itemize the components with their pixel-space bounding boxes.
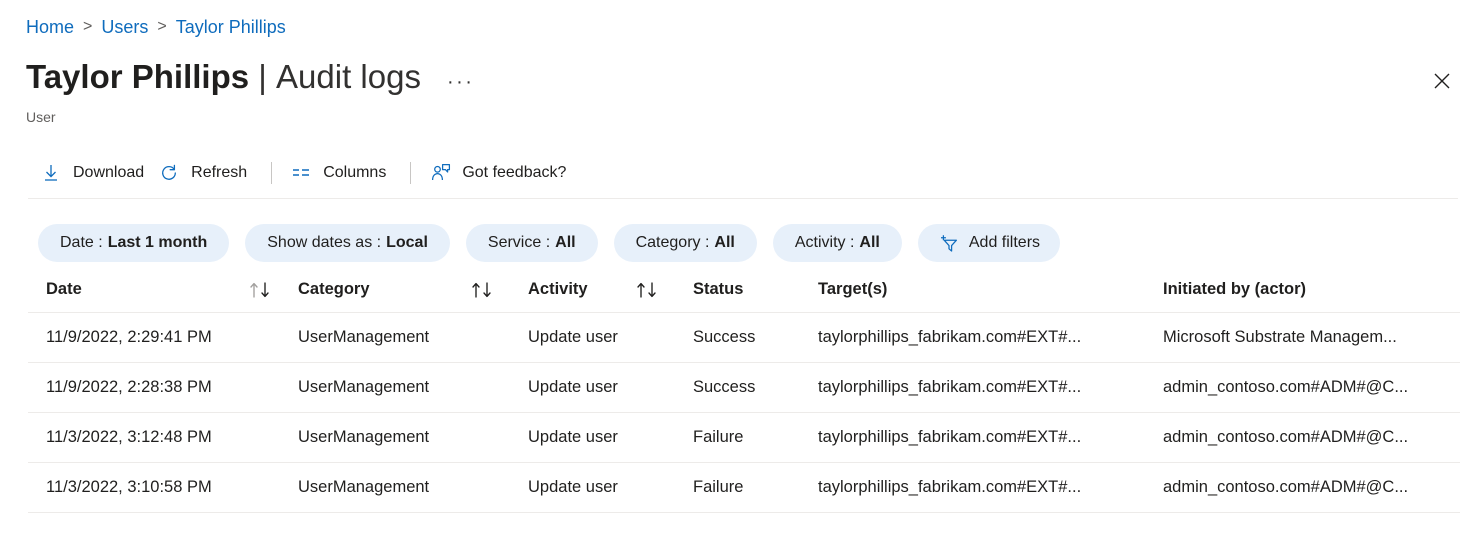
add-filters-button[interactable]: Add filters [918, 224, 1060, 262]
feedback-icon [429, 162, 451, 184]
filter-pill-service-value: All [555, 234, 575, 252]
cell-category: UserManagement [298, 328, 528, 347]
breadcrumb: Home > Users > Taylor Phillips [26, 16, 286, 38]
cell-initiated-by: admin_contoso.com#ADM#@C... [1163, 378, 1460, 397]
column-header-activity[interactable]: Activity [528, 280, 693, 299]
cell-status: Success [693, 378, 818, 397]
filter-pill-show-dates-as[interactable]: Show dates as : Local [245, 224, 450, 262]
audit-logs-table: Date Category Activity [28, 280, 1460, 513]
cell-category: UserManagement [298, 478, 528, 497]
column-header-initiated-by[interactable]: Initiated by (actor) [1163, 280, 1460, 299]
add-filters-label: Add filters [969, 234, 1040, 252]
columns-label: Columns [323, 164, 386, 182]
filter-pill-activity-value: All [859, 234, 879, 252]
cell-activity: Update user [528, 428, 693, 447]
column-header-status[interactable]: Status [693, 280, 818, 299]
table-row[interactable]: 11/3/2022, 3:12:48 PM UserManagement Upd… [28, 413, 1460, 463]
page-title-separator: | [258, 58, 267, 95]
filter-pill-category-key: Category : [636, 234, 710, 252]
table-row[interactable]: 11/9/2022, 2:28:38 PM UserManagement Upd… [28, 363, 1460, 413]
filter-pill-category[interactable]: Category : All [614, 224, 757, 262]
download-icon [40, 162, 62, 184]
got-feedback-button[interactable]: Got feedback? [425, 156, 576, 190]
cell-status: Failure [693, 478, 818, 497]
sort-icon-date[interactable] [248, 281, 274, 299]
column-header-targets[interactable]: Target(s) [818, 280, 1163, 299]
cell-date: 11/3/2022, 3:10:58 PM [28, 478, 298, 497]
got-feedback-label: Got feedback? [462, 164, 566, 182]
cell-target: taylorphillips_fabrikam.com#EXT#... [818, 328, 1163, 347]
cell-initiated-by: Microsoft Substrate Managem... [1163, 328, 1460, 347]
command-bar: Download Refresh Columns [36, 156, 576, 190]
table-row[interactable]: 11/3/2022, 3:10:58 PM UserManagement Upd… [28, 463, 1460, 513]
cell-target: taylorphillips_fabrikam.com#EXT#... [818, 378, 1163, 397]
toolbar-divider [410, 162, 411, 184]
close-icon [1434, 73, 1450, 89]
breadcrumb-item-users[interactable]: Users [101, 16, 148, 38]
table-header-row: Date Category Activity [28, 280, 1460, 313]
filter-pill-show-dates-as-value: Local [386, 234, 428, 252]
toolbar-divider [271, 162, 272, 184]
chevron-right-icon: > [83, 16, 92, 38]
cell-date: 11/9/2022, 2:28:38 PM [28, 378, 298, 397]
column-header-category-label: Category [298, 280, 370, 299]
filter-pill-date-value: Last 1 month [108, 234, 208, 252]
filter-pill-activity-key: Activity : [795, 234, 855, 252]
page-subtitle: User [26, 107, 56, 127]
filter-pill-date[interactable]: Date : Last 1 month [38, 224, 229, 262]
command-bar-divider [28, 198, 1458, 199]
audit-logs-page: Home > Users > Taylor Phillips Taylor Ph… [0, 0, 1473, 543]
page-title: Taylor Phillips | Audit logs [26, 56, 421, 98]
cell-date: 11/3/2022, 3:12:48 PM [28, 428, 298, 447]
column-header-date[interactable]: Date [28, 280, 298, 299]
cell-target: taylorphillips_fabrikam.com#EXT#... [818, 428, 1163, 447]
columns-button[interactable]: Columns [286, 156, 396, 190]
cell-status: Failure [693, 428, 818, 447]
page-title-row: Taylor Phillips | Audit logs ··· [26, 56, 474, 98]
download-button[interactable]: Download [36, 156, 154, 190]
chevron-right-icon: > [157, 16, 166, 38]
column-header-status-label: Status [693, 280, 743, 299]
column-header-initiated-by-label: Initiated by (actor) [1163, 280, 1306, 299]
column-header-activity-label: Activity [528, 280, 588, 299]
columns-icon [290, 162, 312, 184]
table-row[interactable]: 11/9/2022, 2:29:41 PM UserManagement Upd… [28, 313, 1460, 363]
column-header-date-label: Date [46, 280, 82, 299]
filter-pill-category-value: All [714, 234, 734, 252]
filter-bar: Date : Last 1 month Show dates as : Loca… [38, 224, 1076, 262]
filter-pill-service[interactable]: Service : All [466, 224, 598, 262]
cell-activity: Update user [528, 328, 693, 347]
breadcrumb-item-taylor-phillips[interactable]: Taylor Phillips [176, 16, 286, 38]
cell-category: UserManagement [298, 428, 528, 447]
more-options-button[interactable]: ··· [447, 62, 474, 92]
close-button[interactable] [1425, 64, 1459, 98]
refresh-button[interactable]: Refresh [154, 156, 257, 190]
download-label: Download [73, 164, 144, 182]
cell-date: 11/9/2022, 2:29:41 PM [28, 328, 298, 347]
column-header-targets-label: Target(s) [818, 280, 887, 299]
cell-activity: Update user [528, 478, 693, 497]
cell-status: Success [693, 328, 818, 347]
filter-pill-date-key: Date : [60, 234, 103, 252]
page-title-primary: Taylor Phillips [26, 58, 249, 95]
breadcrumb-item-home[interactable]: Home [26, 16, 74, 38]
filter-pill-activity[interactable]: Activity : All [773, 224, 902, 262]
cell-category: UserManagement [298, 378, 528, 397]
refresh-label: Refresh [191, 164, 247, 182]
filter-pill-service-key: Service : [488, 234, 550, 252]
sort-icon-category[interactable] [470, 281, 496, 299]
cell-initiated-by: admin_contoso.com#ADM#@C... [1163, 428, 1460, 447]
page-title-secondary: Audit logs [276, 58, 421, 95]
add-filter-icon [938, 233, 960, 253]
cell-activity: Update user [528, 378, 693, 397]
refresh-icon [158, 162, 180, 184]
filter-pill-show-dates-as-key: Show dates as : [267, 234, 381, 252]
cell-initiated-by: admin_contoso.com#ADM#@C... [1163, 478, 1460, 497]
column-header-category[interactable]: Category [298, 280, 528, 299]
cell-target: taylorphillips_fabrikam.com#EXT#... [818, 478, 1163, 497]
sort-icon-activity[interactable] [635, 281, 661, 299]
